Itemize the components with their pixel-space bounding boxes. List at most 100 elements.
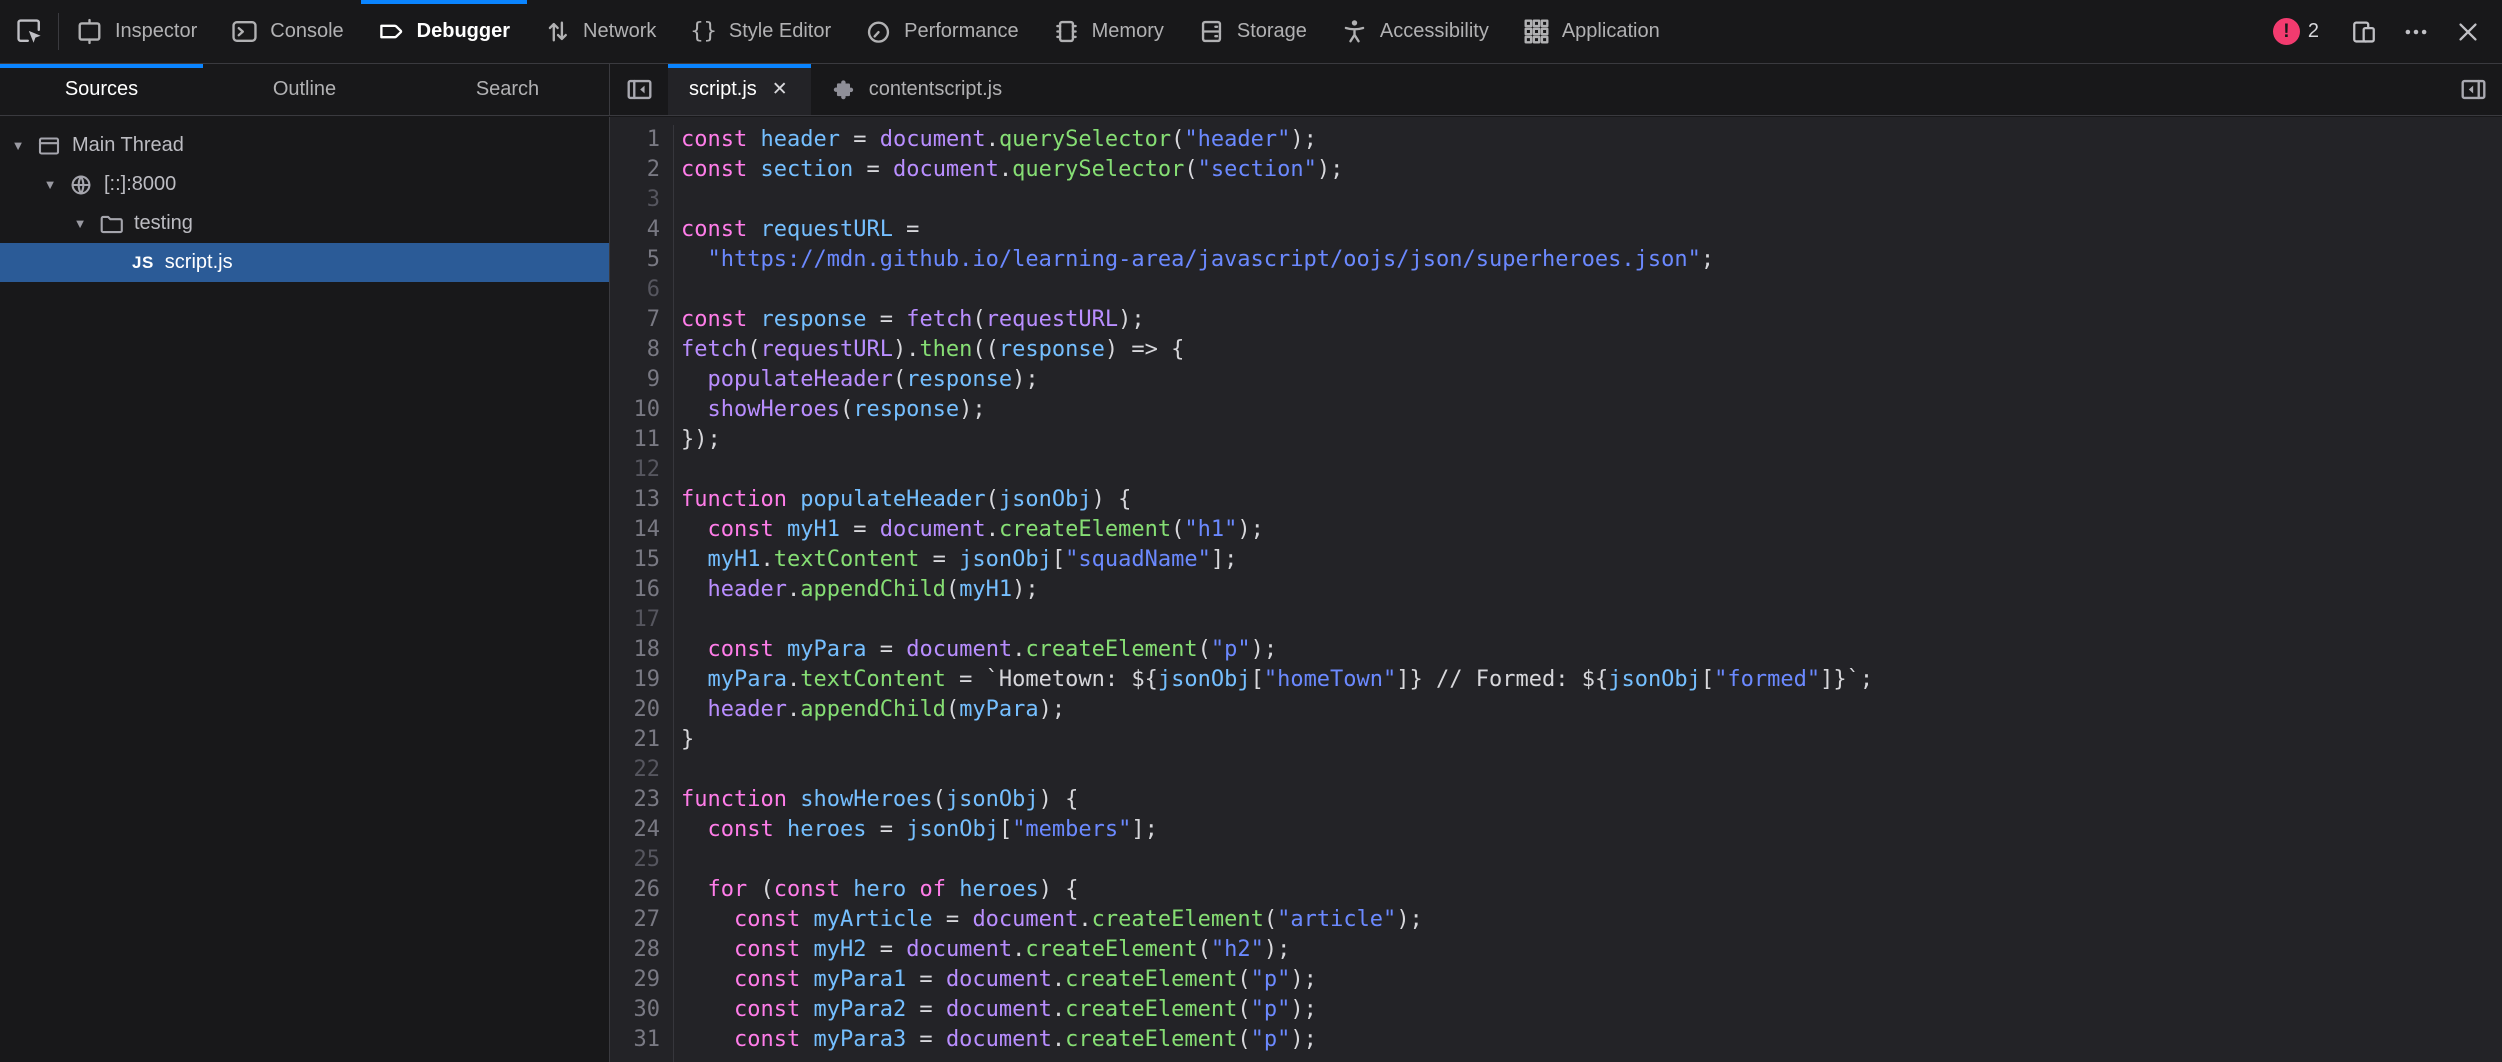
disclosure-triangle-icon[interactable]: ▼ (40, 177, 60, 192)
code-token: textContent (774, 547, 920, 572)
line-number[interactable]: 13 (610, 485, 660, 515)
code-line[interactable]: function showHeroes(jsonObj) { (681, 785, 2502, 815)
code-line[interactable] (681, 845, 2502, 875)
code-line[interactable] (681, 455, 2502, 485)
tool-tab-storage[interactable]: Storage (1181, 0, 1324, 63)
disclosure-triangle-icon[interactable]: ▼ (8, 138, 28, 153)
code-token: textContent (800, 667, 946, 692)
code-line[interactable]: header.appendChild(myPara); (681, 695, 2502, 725)
line-number[interactable]: 24 (610, 815, 660, 845)
tree-item-testing[interactable]: ▼testing (0, 204, 609, 243)
code-line[interactable] (681, 275, 2502, 305)
code-line[interactable]: header.appendChild(myH1); (681, 575, 2502, 605)
code-line[interactable]: const heroes = jsonObj["members"]; (681, 815, 2502, 845)
code-line[interactable]: const myPara1 = document.createElement("… (681, 965, 2502, 995)
code-line[interactable]: const myH1 = document.createElement("h1"… (681, 515, 2502, 545)
line-number[interactable]: 28 (610, 935, 660, 965)
tool-tab-console[interactable]: Console (214, 0, 360, 63)
tool-tab-memory[interactable]: Memory (1036, 0, 1181, 63)
collapse-sources-pane-button[interactable] (610, 64, 668, 115)
code-line[interactable]: function populateHeader(jsonObj) { (681, 485, 2502, 515)
close-tab-button[interactable]: ✕ (770, 78, 790, 101)
tool-tab-application[interactable]: Application (1506, 0, 1677, 63)
toolbar-right: ! 2 (2267, 0, 2502, 63)
code-editor[interactable]: 1234567891011121314151617181920212223242… (610, 117, 2502, 1062)
disclosure-triangle-icon[interactable]: ▼ (70, 216, 90, 231)
tool-tab-debugger[interactable]: Debugger (361, 0, 527, 63)
line-number[interactable]: 29 (610, 965, 660, 995)
line-number[interactable]: 12 (610, 455, 660, 485)
line-number[interactable]: 7 (610, 305, 660, 335)
line-number[interactable]: 26 (610, 875, 660, 905)
devtools-menu-button[interactable] (2394, 0, 2438, 64)
code-line[interactable]: for (const hero of heroes) { (681, 875, 2502, 905)
tool-tab-network[interactable]: Network (527, 0, 673, 63)
line-number[interactable]: 10 (610, 395, 660, 425)
code-line[interactable]: const response = fetch(requestURL); (681, 305, 2502, 335)
code-line[interactable] (681, 185, 2502, 215)
editor-tab-script.js[interactable]: script.js✕ (668, 64, 811, 115)
line-number[interactable]: 30 (610, 995, 660, 1025)
line-number[interactable]: 16 (610, 575, 660, 605)
code-line[interactable]: populateHeader(response); (681, 365, 2502, 395)
line-number[interactable]: 3 (610, 185, 660, 215)
code-line[interactable] (681, 755, 2502, 785)
line-number[interactable]: 8 (610, 335, 660, 365)
line-number[interactable]: 14 (610, 515, 660, 545)
expand-right-pane-button[interactable] (2444, 64, 2502, 115)
line-number[interactable]: 27 (610, 905, 660, 935)
code-line[interactable]: const myPara = document.createElement("p… (681, 635, 2502, 665)
code-line[interactable]: } (681, 725, 2502, 755)
code-line[interactable]: myPara.textContent = `Hometown: ${jsonOb… (681, 665, 2502, 695)
code-line[interactable]: const header = document.querySelector("h… (681, 125, 2502, 155)
tool-tab-accessibility[interactable]: Accessibility (1324, 0, 1506, 63)
code-token: appendChild (800, 697, 946, 722)
code-line[interactable]: myH1.textContent = jsonObj["squadName"]; (681, 545, 2502, 575)
code-line[interactable]: "https://mdn.github.io/learning-area/jav… (681, 245, 2502, 275)
line-number[interactable]: 19 (610, 665, 660, 695)
line-number[interactable]: 20 (610, 695, 660, 725)
line-number[interactable]: 2 (610, 155, 660, 185)
line-number[interactable]: 11 (610, 425, 660, 455)
line-number[interactable]: 25 (610, 845, 660, 875)
code-token: response (853, 397, 959, 422)
tool-tab-style-editor[interactable]: {}Style Editor (673, 0, 848, 63)
code-line[interactable]: showHeroes(response); (681, 395, 2502, 425)
tool-tab-performance[interactable]: Performance (848, 0, 1036, 63)
line-number[interactable]: 31 (610, 1025, 660, 1055)
pick-element-button[interactable] (0, 0, 58, 63)
line-number[interactable]: 17 (610, 605, 660, 635)
code-line[interactable]: const myH2 = document.createElement("h2"… (681, 935, 2502, 965)
panel-tab-outline[interactable]: Outline (203, 64, 406, 115)
line-number[interactable]: 23 (610, 785, 660, 815)
line-number[interactable]: 21 (610, 725, 660, 755)
tool-tab-inspector[interactable]: Inspector (59, 0, 214, 63)
line-number[interactable]: 15 (610, 545, 660, 575)
code-line[interactable] (681, 605, 2502, 635)
line-number[interactable]: 6 (610, 275, 660, 305)
code-line[interactable]: const myPara3 = document.createElement("… (681, 1025, 2502, 1055)
code-line[interactable]: fetch(requestURL).then((response) => { (681, 335, 2502, 365)
code-line[interactable]: const requestURL = (681, 215, 2502, 245)
code-line[interactable]: const myArticle = document.createElement… (681, 905, 2502, 935)
tree-item-main-thread[interactable]: ▼Main Thread (0, 126, 609, 165)
tree-item--8000[interactable]: ▼[::]:8000 (0, 165, 609, 204)
line-number[interactable]: 22 (610, 755, 660, 785)
line-number[interactable]: 9 (610, 365, 660, 395)
tree-item-script.js[interactable]: JSscript.js (0, 243, 609, 282)
line-number[interactable]: 4 (610, 215, 660, 245)
code-token: "homeTown" (1264, 667, 1396, 692)
line-number[interactable]: 5 (610, 245, 660, 275)
line-number[interactable]: 1 (610, 125, 660, 155)
panel-tab-search[interactable]: Search (406, 64, 609, 115)
code-token: . (787, 577, 800, 602)
editor-tab-contentscript.js[interactable]: contentscript.js (811, 64, 1023, 115)
code-line[interactable]: const section = document.querySelector("… (681, 155, 2502, 185)
responsive-design-mode-button[interactable] (2342, 0, 2386, 64)
error-count-button[interactable]: ! 2 (2267, 18, 2325, 45)
code-line[interactable]: const myPara2 = document.createElement("… (681, 995, 2502, 1025)
code-line[interactable]: }); (681, 425, 2502, 455)
close-devtools-button[interactable] (2446, 0, 2490, 64)
line-number[interactable]: 18 (610, 635, 660, 665)
panel-tab-sources[interactable]: Sources (0, 64, 203, 115)
